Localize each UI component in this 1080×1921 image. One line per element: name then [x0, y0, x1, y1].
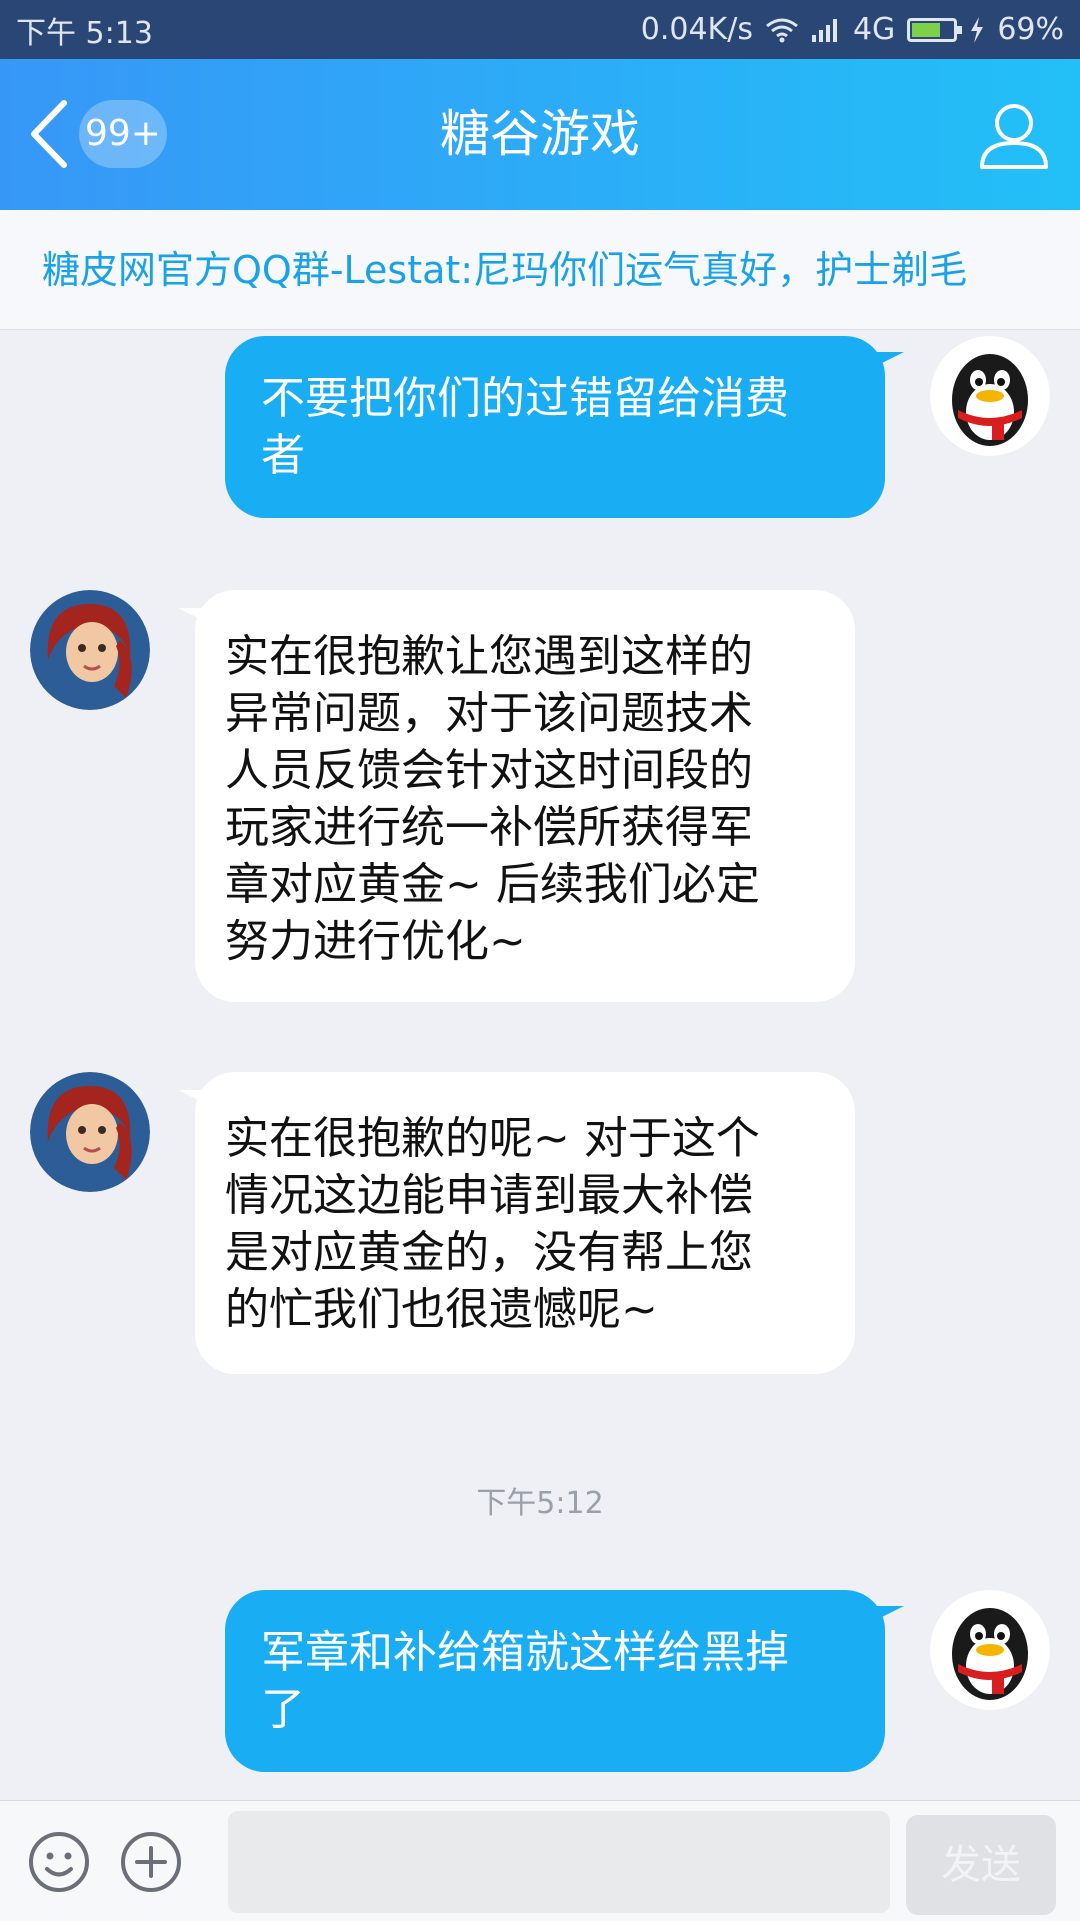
outgoing-message-bubble[interactable]: 军章和补给箱就这样给黑掉 了 — [225, 1590, 885, 1772]
status-indicators: 0.04K/s 4G 69% — [641, 12, 1064, 47]
outgoing-message-bubble[interactable]: 不要把你们的过错留给消费 者 — [225, 336, 885, 518]
message-line: 了 — [261, 1684, 305, 1735]
message-line: 玩家进行统一补偿所获得军 — [225, 802, 753, 853]
profile-icon[interactable] — [978, 99, 1050, 171]
message-line: 情况这边能申请到最大补偿 — [225, 1170, 753, 1221]
bubble-tail — [868, 352, 904, 370]
network-type: 4G — [852, 12, 896, 47]
message-line: 章对应黄金~ 后续我们必定 — [225, 859, 760, 910]
message-line: 异常问题，对于该问题技术 — [225, 688, 753, 739]
title-bar: 99+ 糖谷游戏 — [0, 59, 1080, 210]
group-notice-banner[interactable]: 糖皮网官方QQ群-Lestat:尼玛你们运气真好，护士剃毛 — [0, 210, 1080, 330]
message-line: 不要把你们的过错留给消费 — [261, 373, 789, 424]
support-agent-avatar[interactable] — [30, 590, 150, 710]
incoming-message-bubble[interactable]: 实在很抱歉让您遇到这样的 异常问题，对于该问题技术 人员反馈会针对这时间段的 玩… — [195, 590, 855, 1002]
battery-icon — [907, 17, 963, 42]
add-plus-icon[interactable] — [120, 1831, 182, 1893]
message-line: 实在很抱歉的呢~ 对于这个 — [225, 1113, 760, 1164]
message-line: 军章和补给箱就这样给黑掉 — [261, 1627, 789, 1678]
net-speed: 0.04K/s — [640, 12, 753, 47]
status-bar: 下午 5:13 0.04K/s 4G 69% — [0, 0, 1080, 59]
message-line: 是对应黄金的，没有帮上您 — [225, 1227, 753, 1278]
chat-area[interactable]: 不要把你们的过错留给消费 者 实在很抱歉让您遇到这样的 异常问题，对于该问题技术… — [0, 330, 1080, 1800]
status-time: 下午 5:13 — [16, 15, 153, 51]
message-line: 实在很抱歉让您遇到这样的 — [225, 631, 753, 682]
signal-icon — [811, 18, 837, 42]
battery-percent: 69% — [997, 12, 1064, 47]
message-input[interactable] — [228, 1811, 890, 1913]
message-line: 努力进行优化~ — [225, 916, 526, 967]
support-agent-avatar[interactable] — [30, 1072, 150, 1192]
qq-penguin-avatar[interactable] — [930, 336, 1050, 456]
charging-icon — [971, 16, 984, 43]
wifi-icon — [766, 18, 798, 42]
send-button[interactable]: 发送 — [906, 1815, 1056, 1915]
incoming-message-bubble[interactable]: 实在很抱歉的呢~ 对于这个 情况这边能申请到最大补偿 是对应黄金的，没有帮上您 … — [195, 1072, 855, 1374]
input-bar: 发送 — [0, 1800, 1080, 1921]
battery-fill — [912, 22, 940, 37]
message-line: 人员反馈会针对这时间段的 — [225, 745, 753, 796]
message-line: 的忙我们也很遗憾呢~ — [225, 1284, 658, 1335]
qq-penguin-avatar[interactable] — [930, 1590, 1050, 1710]
bubble-tail — [868, 1606, 904, 1624]
message-line: 者 — [261, 430, 305, 481]
page-title: 糖谷游戏 — [440, 105, 640, 163]
emoji-icon[interactable] — [28, 1831, 90, 1893]
message-timestamp: 下午5:12 — [476, 1486, 604, 1521]
